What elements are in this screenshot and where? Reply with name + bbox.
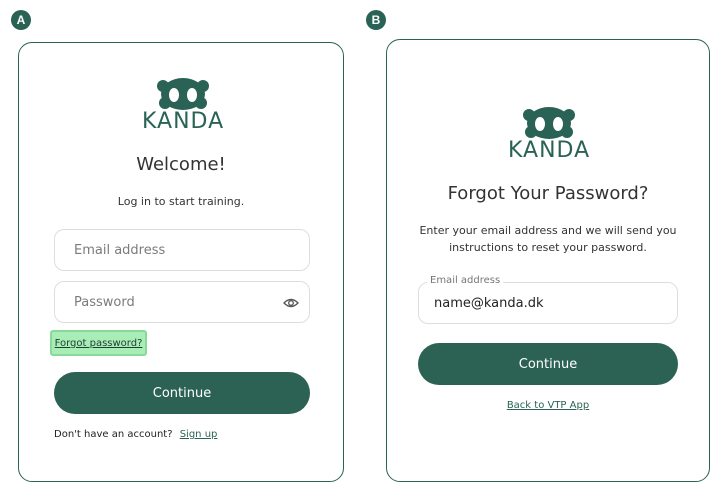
kanda-logo: KANDA <box>142 77 224 133</box>
panda-icon <box>157 78 210 110</box>
forgot-password-card: KANDA Forgot Your Password? Enter your e… <box>386 39 710 482</box>
back-to-app-link[interactable]: Back to VTP App <box>507 400 589 411</box>
eye-icon[interactable] <box>283 295 299 314</box>
forgot-password-link[interactable]: Forgot password? <box>50 330 147 356</box>
subtitle-line-2: instructions to reset your password. <box>449 241 647 254</box>
signup-prompt: Don't have an account? Sign up <box>54 429 217 440</box>
password-input[interactable] <box>72 293 292 311</box>
brand-name: KANDA <box>142 109 225 134</box>
login-card: KANDA Welcome! Log in to start training.… <box>18 42 344 482</box>
brand-name: KANDA <box>508 138 591 163</box>
panel-a-badge: A <box>11 10 31 30</box>
panel-b-badge: B <box>366 10 386 30</box>
kanda-logo: KANDA <box>508 106 590 162</box>
no-account-text: Don't have an account? <box>54 429 173 440</box>
page-subtitle: Log in to start training. <box>117 195 245 208</box>
password-field[interactable] <box>54 281 310 323</box>
email-field[interactable]: Email address <box>418 275 678 324</box>
continue-button[interactable]: Continue <box>54 372 310 414</box>
email-input[interactable] <box>432 294 664 312</box>
page-title: Forgot Your Password? <box>447 183 649 204</box>
continue-button[interactable]: Continue <box>418 343 678 385</box>
email-label: Email address <box>427 275 504 286</box>
panda-icon <box>523 107 576 139</box>
subtitle-line-1: Enter your email address and we will sen… <box>419 224 677 237</box>
back-link-wrap: Back to VTP App <box>387 400 709 411</box>
signup-link[interactable]: Sign up <box>180 429 218 440</box>
email-field[interactable] <box>54 229 310 271</box>
email-input[interactable] <box>72 241 292 259</box>
page-title: Welcome! <box>136 154 226 175</box>
page-subtitle: Enter your email address and we will sen… <box>387 222 709 256</box>
